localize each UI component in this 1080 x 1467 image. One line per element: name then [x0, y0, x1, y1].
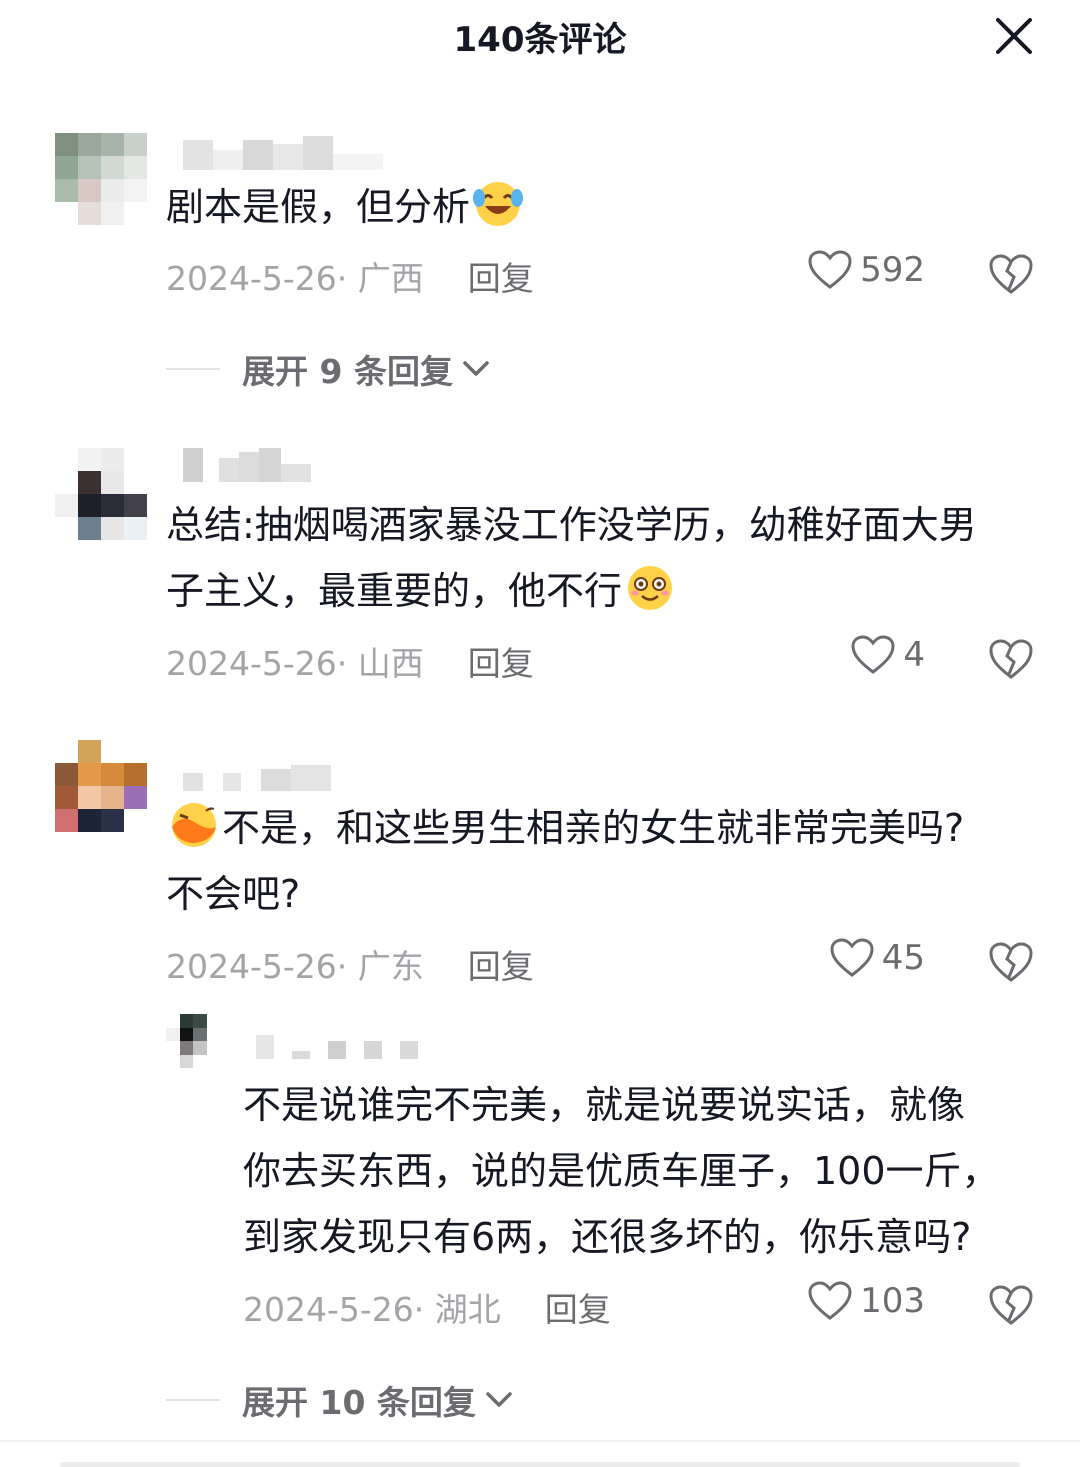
dislike-button[interactable] — [988, 941, 1034, 983]
comment-location: · 山西 — [336, 644, 424, 683]
avatar[interactable] — [55, 740, 147, 832]
dislike-button[interactable] — [988, 638, 1034, 680]
like-button[interactable]: 45 — [830, 938, 925, 978]
heart-outline-icon — [808, 1281, 852, 1320]
reply-button[interactable]: 回复 — [468, 947, 534, 986]
reply-button[interactable]: 回复 — [468, 259, 534, 298]
comment-date: 2024-5-26 — [166, 947, 337, 986]
comment-date: 2024-5-26 — [166, 259, 337, 298]
comment-date: 2024-5-26 — [243, 1290, 414, 1329]
comment-meta: 2024-5-26· 广东 回复 — [166, 940, 534, 988]
broken-heart-icon — [989, 942, 1033, 982]
heart-outline-icon — [830, 938, 874, 977]
like-count: 45 — [881, 938, 925, 978]
comment-meta: 2024-5-26· 湖北 回复 — [243, 1283, 611, 1331]
comment-text: 不是，和这些男生相亲的女生就非常完美吗? 不会吧? — [166, 795, 964, 927]
comment-meta: 2024-5-26· 山西 回复 — [166, 637, 534, 685]
expand-replies-button[interactable]: 展开 9 条回复 — [166, 345, 493, 393]
dislike-button[interactable] — [988, 1284, 1034, 1326]
username-blurred[interactable] — [183, 448, 311, 482]
chevron-down-icon — [463, 361, 489, 376]
comment-text-line: 不是，和这些男生相亲的女生就非常完美吗? — [166, 795, 964, 861]
like-count: 592 — [860, 250, 925, 290]
username-blurred[interactable] — [183, 757, 331, 791]
comment-date: 2024-5-26 — [166, 644, 337, 683]
comment-location: · 广东 — [336, 947, 424, 986]
comment-text-line: 子主义，最重要的，他不行 — [166, 558, 977, 624]
heart-outline-icon — [808, 250, 852, 289]
broken-heart-icon — [989, 254, 1033, 294]
broken-heart-icon — [989, 1285, 1033, 1325]
comment-text-line: 不是说谁完不完美，就是说要说实话，就像 — [243, 1083, 966, 1127]
username-blurred[interactable] — [183, 136, 383, 170]
avatar[interactable] — [166, 1014, 220, 1068]
divider-line — [166, 368, 220, 370]
like-button[interactable]: 103 — [808, 1281, 925, 1321]
smile-emoji-icon — [628, 566, 673, 610]
divider — [0, 1440, 1080, 1442]
expand-replies-label: 展开 10 条回复 — [242, 1383, 476, 1422]
comment-text-line: 不会吧? — [166, 872, 301, 916]
comment-text-line: 到家发现只有6两，还很多坏的，你乐意吗? — [243, 1215, 972, 1259]
chevron-down-icon — [486, 1392, 512, 1407]
close-button[interactable] — [990, 12, 1038, 60]
reply-button[interactable]: 回复 — [545, 1290, 611, 1329]
broken-heart-icon — [989, 639, 1033, 679]
expand-replies-button[interactable]: 展开 10 条回复 — [166, 1376, 516, 1424]
comment-text-line: 总结:抽烟喝酒家暴没工作没学历，幼稚好面大男 — [166, 503, 977, 547]
like-count: 103 — [860, 1281, 925, 1321]
like-button[interactable]: 592 — [808, 250, 925, 290]
input-bar-edge — [60, 1462, 1020, 1467]
comment-text: 不是说谁完不完美，就是说要说实话，就像 你去买东西，说的是优质车厘子，100一斤… — [243, 1072, 1000, 1270]
like-button[interactable]: 4 — [851, 635, 925, 675]
expand-replies-label: 展开 9 条回复 — [242, 352, 453, 391]
heart-outline-icon — [851, 635, 895, 674]
comment-meta: 2024-5-26· 广西 回复 — [166, 252, 534, 300]
close-icon — [996, 18, 1032, 54]
comment-location: · 湖北 — [413, 1290, 501, 1329]
comment-text: 剧本是假，但分析 — [166, 174, 526, 240]
reply-button[interactable]: 回复 — [468, 644, 534, 683]
dislike-button[interactable] — [988, 253, 1034, 295]
divider-line — [166, 1399, 220, 1401]
comment-text: 总结:抽烟喝酒家暴没工作没学历，幼稚好面大男 子主义，最重要的，他不行 — [166, 492, 977, 624]
avatar[interactable] — [55, 448, 147, 540]
username-blurred[interactable] — [256, 1025, 418, 1059]
comments-header: 140条评论 — [0, 0, 1080, 70]
avatar[interactable] — [55, 133, 147, 225]
comment-count-title: 140条评论 — [453, 20, 627, 60]
duck-lips-emoji-icon — [172, 803, 216, 847]
comment-text-line: 你去买东西，说的是优质车厘子，100一斤， — [243, 1149, 1000, 1193]
like-count: 4 — [903, 635, 925, 675]
comment-location: · 广西 — [336, 259, 424, 298]
laugh-cry-emoji-icon — [473, 182, 524, 226]
